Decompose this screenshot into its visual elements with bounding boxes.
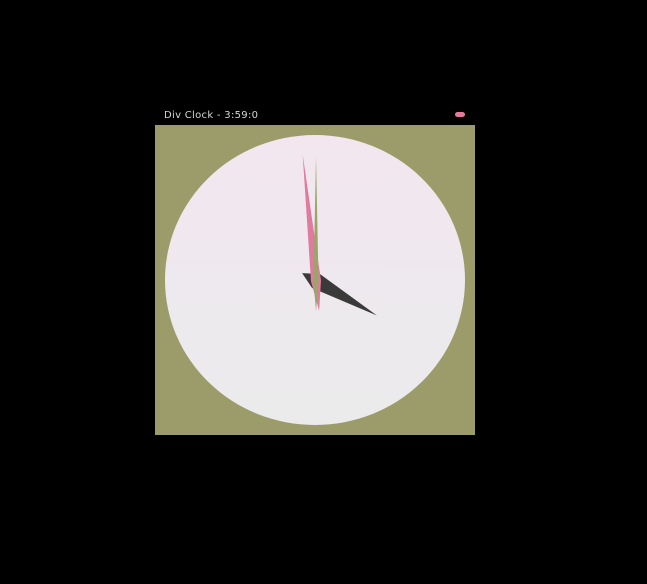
title-bar[interactable]: Div Clock - 3:59:0 (155, 106, 475, 125)
second-hand (313, 156, 319, 311)
close-icon[interactable] (455, 112, 465, 117)
window-title: Div Clock - 3:59:0 (164, 110, 259, 121)
clock-hands (302, 154, 377, 316)
clock-area (155, 125, 475, 435)
clock-window: Div Clock - 3:59:0 (155, 106, 475, 435)
